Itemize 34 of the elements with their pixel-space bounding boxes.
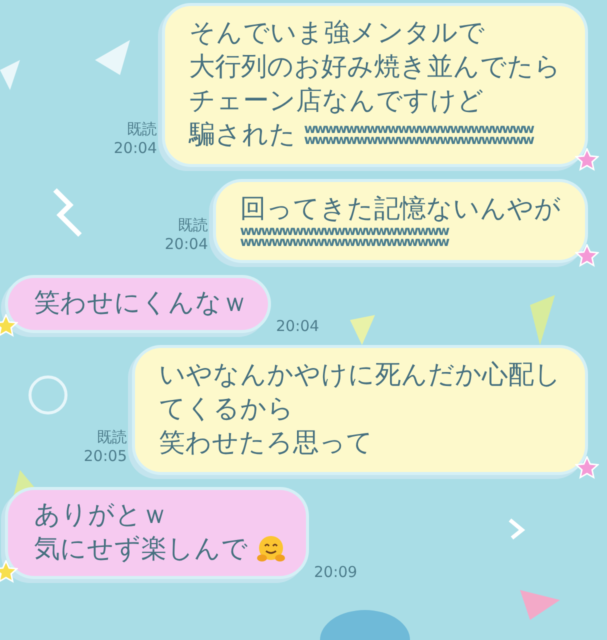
read-receipt: 既読: [178, 216, 208, 235]
ring-shape: [28, 376, 68, 414]
message-time: 20:04: [276, 317, 320, 336]
triangle-shape: [0, 60, 20, 90]
message-text: 大行列のお好み焼き並んでたら: [189, 51, 561, 84]
read-receipt: 既読: [97, 428, 127, 447]
read-receipt: 既読: [127, 120, 157, 139]
message-text: 気にせず楽しんで: [34, 533, 248, 566]
message-time: 20:09: [314, 563, 358, 582]
triangle-shape: [530, 295, 555, 345]
laugh-text: wwwwwwwwwwwwwwwwwwww wwwwwwwwwwwwwwwwwwww: [240, 226, 448, 248]
triangle-shape: [95, 40, 130, 75]
message-text: チェーン店なんですけど: [189, 85, 484, 118]
zigzag-shape: [53, 188, 82, 237]
message-text: ありがとｗ: [34, 499, 168, 532]
triangle-shape: [350, 315, 375, 345]
star-icon: [0, 560, 18, 584]
triangle-shape: [520, 590, 560, 620]
star-icon: [575, 148, 599, 172]
star-icon: [0, 314, 18, 338]
message-text: 騙された: [189, 119, 296, 152]
message-text: 笑わせたろ思って: [159, 427, 373, 460]
chevron-shape: [508, 518, 526, 540]
message-text: てくるから: [159, 393, 294, 426]
message-text: いやなんかやけに死んだか心配し: [159, 359, 561, 392]
message-time: 20:04: [164, 235, 208, 254]
message-time: 20:05: [84, 447, 127, 466]
message-text: 回ってきた記憶ないんやが: [240, 193, 561, 226]
message-text: 笑わせにくんなｗ: [34, 287, 248, 320]
message-time: 20:04: [114, 139, 157, 158]
star-icon: [575, 456, 599, 480]
laugh-text: wwwwwwwwwwwwwwwwwwwwww wwwwwwwwwwwwwwwwwwwwww: [304, 124, 534, 146]
star-icon: [575, 244, 599, 268]
message-text: そんでいま強メンタルで: [189, 17, 485, 50]
